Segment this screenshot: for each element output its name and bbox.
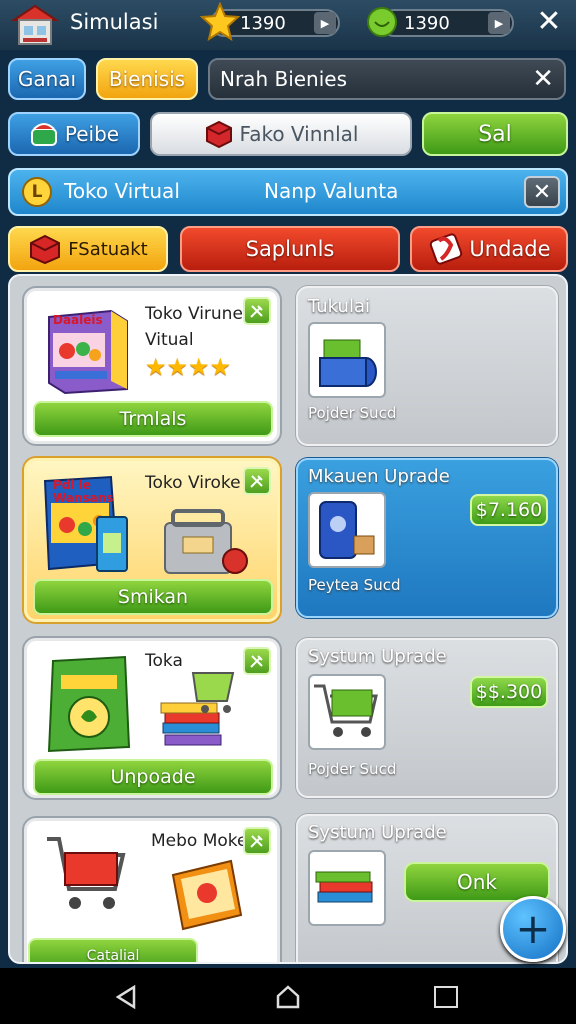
plus-icon: +: [515, 904, 551, 953]
add-button[interactable]: +: [500, 896, 566, 962]
upgrade-subtitle: Peytea Sucd: [308, 576, 401, 594]
category-saplunls[interactable]: Saplunls: [180, 226, 400, 272]
peibe-label: Peibe: [64, 122, 120, 146]
snack-box-image: Pdl le Wansans: [39, 473, 139, 577]
peibe-button[interactable]: Peibe: [8, 112, 140, 156]
close-icon[interactable]: ✕: [534, 7, 564, 38]
upgrade-subtitle: Pojder Sucd: [308, 760, 397, 778]
product-card-2[interactable]: Pdl le Wansans Toko Viroke Smikan: [24, 458, 280, 622]
gems-value: 1390: [404, 13, 450, 34]
edit-icon[interactable]: [243, 297, 271, 325]
sal-button[interactable]: Sal: [422, 112, 568, 156]
upgrade-card-3[interactable]: Systum Uprade $$.300 Pojder Sucd: [296, 638, 558, 798]
fako-vinnlal-button[interactable]: Fako Vinnlal: [150, 112, 412, 156]
product-card-3[interactable]: Toka Unpoade: [24, 638, 280, 798]
upgrade-subtitle: Pojder Sucd: [308, 404, 397, 422]
coupon-icon: [427, 231, 465, 267]
books-icon: [315, 871, 373, 903]
product-title: Toko Virune Vitual: [145, 304, 243, 350]
product-card-1[interactable]: Daaleis Toko Virune Vitual ★★★★ Trmlals: [24, 288, 280, 444]
upgrade-price: $$.300: [470, 676, 548, 708]
tab-bienisis[interactable]: Bienisis: [96, 58, 198, 100]
recents-icon[interactable]: [434, 986, 458, 1008]
books-cart-image: [157, 659, 247, 755]
toolbox-image: [159, 501, 249, 579]
green-gem-icon: [366, 6, 398, 38]
home-icon[interactable]: [275, 984, 301, 1010]
upgrade-card-1[interactable]: Tukulai Pojder Sucd: [296, 286, 558, 446]
gems-add-button[interactable]: ▶: [488, 12, 510, 34]
box-label: Daaleis: [53, 313, 103, 327]
upgrade-thumb: [308, 492, 386, 568]
upgrade-title: Tukulai: [308, 296, 370, 317]
seed-bag-image: [41, 651, 137, 755]
upgrade-title: Systum Uprade: [308, 822, 447, 843]
product-title: Mebo Moke: [151, 831, 248, 851]
upgrade-thumb: [308, 674, 386, 750]
product-title: Toko Viroke: [145, 473, 241, 493]
foam-roll-icon: [319, 339, 377, 387]
star-icon: ★: [145, 353, 167, 381]
fako-vinnlal-label: Fako Vinnlal: [239, 122, 359, 146]
upgrade-thumb: [308, 850, 386, 926]
category-undade-label: Undade: [469, 237, 551, 261]
back-icon[interactable]: [114, 984, 140, 1010]
tab-ganai[interactable]: Ganaı: [8, 58, 86, 100]
upgrade-card-2[interactable]: Mkauen Uprade $7.160 Peytea Sucd: [296, 458, 558, 618]
red-gift-icon: [28, 233, 62, 265]
upgrade-thumb: [308, 322, 386, 398]
cart-icon: [314, 684, 378, 737]
search-field[interactable]: Nrah Bienies ✕: [208, 58, 566, 100]
coin-l-icon: L: [22, 177, 52, 207]
shop-panel: Daaleis Toko Virune Vitual ★★★★ Trmlals …: [8, 274, 568, 964]
gems-counter[interactable]: 1390 ▶: [380, 9, 514, 37]
app-title: Simulasi: [70, 10, 159, 34]
phone-case-icon: [319, 501, 375, 559]
banner-right-label: Nanp Valunta: [264, 179, 399, 203]
edit-icon[interactable]: [243, 827, 271, 855]
banner-close-icon[interactable]: ✕: [524, 176, 560, 208]
product-action-button[interactable]: Trmlals: [33, 401, 273, 437]
picture-book-image: [167, 857, 247, 933]
rating-stars: ★★★★: [145, 353, 231, 381]
upgrade-title: Mkauen Uprade: [308, 466, 450, 487]
gold-star-icon: [199, 1, 241, 42]
product-box-image: Daaleis: [41, 305, 131, 395]
edit-icon[interactable]: [243, 647, 271, 675]
product-action-button[interactable]: Smikan: [33, 579, 273, 615]
upgrade-price: $7.160: [470, 494, 548, 526]
banner-left-label: Toko Virtual: [64, 179, 180, 203]
search-value: Nrah Bienies: [220, 67, 348, 91]
shop-logo-icon: [10, 2, 60, 46]
shopping-cart-image: [41, 831, 131, 921]
product-action-button[interactable]: Catalial: [28, 938, 198, 962]
clear-search-icon[interactable]: ✕: [532, 64, 554, 94]
system-nav-bar: [0, 968, 576, 1024]
coins-add-button[interactable]: ▶: [314, 12, 336, 34]
upgrade-title: Systum Uprade: [308, 646, 447, 667]
box-label: Pdl le Wansans: [53, 478, 114, 505]
top-bar: Simulasi 1390 ▶ 1390 ▶ ✕: [0, 0, 576, 50]
star-icon: ★: [188, 353, 210, 381]
edit-icon[interactable]: [243, 467, 271, 495]
store-banner: L Toko Virtual Nanp Valunta: [8, 168, 568, 216]
star-icon: ★: [166, 353, 189, 381]
category-undade[interactable]: Undade: [410, 226, 568, 272]
category-fsatuakt-label: FSatuakt: [68, 238, 148, 260]
star-icon: ★: [209, 353, 232, 381]
coins-value: 1390: [240, 13, 286, 34]
red-box-icon: [204, 119, 234, 149]
category-fsatuakt[interactable]: FSatuakt: [8, 226, 168, 272]
phone-icon: [29, 119, 59, 149]
product-action-button[interactable]: Unpoade: [33, 759, 273, 795]
